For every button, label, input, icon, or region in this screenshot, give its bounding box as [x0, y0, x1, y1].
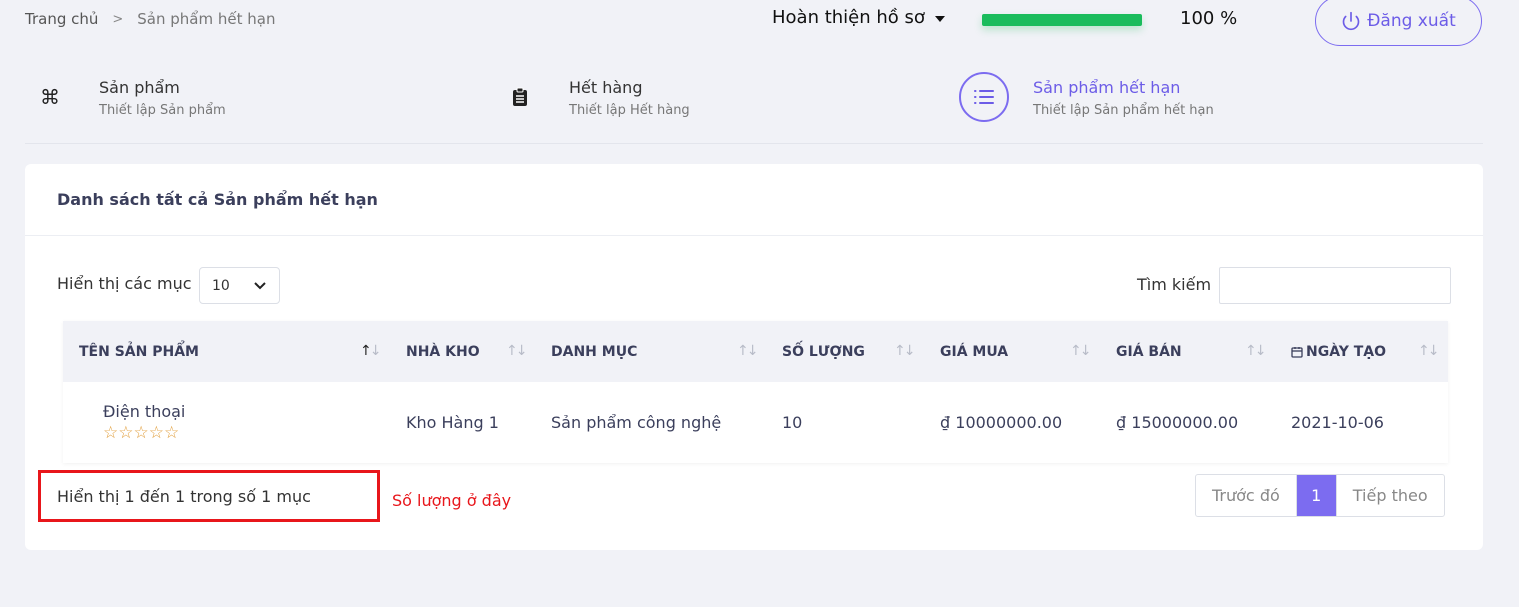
column-header-category[interactable]: DANH MỤC — [551, 321, 637, 382]
sort-icon[interactable]: ↑↓ — [737, 343, 759, 359]
next-page-button[interactable]: Tiếp theo — [1337, 475, 1444, 516]
chevron-down-icon — [254, 281, 266, 289]
calendar-icon — [1291, 346, 1303, 358]
search-label: Tìm kiếm — [1137, 275, 1212, 294]
expired-products-card: Danh sách tất cả Sản phẩm hết hạn Hiển t… — [25, 164, 1483, 550]
cell-name: Điện thoại ☆☆☆☆☆ — [103, 382, 185, 463]
length-select[interactable]: 10 — [199, 267, 280, 304]
column-header-created-label: NGÀY TẠO — [1306, 343, 1387, 360]
prev-page-button[interactable]: Trước đó — [1196, 475, 1297, 516]
table-row: Điện thoại ☆☆☆☆☆ Kho Hàng 1 Sản phẩm côn… — [63, 382, 1448, 463]
step-products[interactable]: ⌘ Sản phẩm Thiết lập Sản phẩm — [25, 60, 226, 122]
table-header: TÊN SẢN PHẨM ↑↓ NHÀ KHO ↑↓ DANH MỤC ↑↓ S… — [63, 321, 1448, 382]
sort-icon[interactable]: ↑↓ — [506, 343, 528, 359]
annotation-text: Số lượng ở đây — [392, 491, 512, 510]
cell-category: Sản phẩm công nghệ — [551, 413, 722, 432]
breadcrumb: Trang chủ > Sản phẩm hết hạn — [25, 10, 275, 28]
step-subtitle: Thiết lập Sản phẩm — [99, 103, 226, 118]
sort-icon[interactable]: ↑↓ — [1245, 343, 1267, 359]
breadcrumb-current: Sản phẩm hết hạn — [137, 10, 276, 28]
clipboard-icon — [495, 72, 545, 122]
step-title: Hết hàng — [569, 78, 643, 97]
cell-warehouse: Kho Hàng 1 — [406, 413, 499, 432]
profile-progress-bar — [982, 14, 1142, 26]
cell-created: 2021-10-06 — [1291, 413, 1384, 432]
breadcrumb-separator: > — [112, 11, 124, 27]
sort-asc-icon[interactable]: ↑↓ — [360, 343, 381, 359]
sort-icon[interactable]: ↑↓ — [1070, 343, 1092, 359]
step-subtitle: Thiết lập Hết hàng — [569, 103, 690, 118]
power-icon — [1342, 11, 1360, 31]
step-out-of-stock[interactable]: Hết hàng Thiết lập Hết hàng — [495, 60, 690, 122]
profile-progress-fill — [982, 14, 1142, 26]
sort-icon[interactable]: ↑↓ — [1418, 343, 1440, 359]
wizard-steps: ⌘ Sản phẩm Thiết lập Sản phẩm Hết hàng T… — [25, 60, 1483, 144]
command-icon: ⌘ — [40, 85, 60, 109]
rating-stars: ☆☆☆☆☆ — [103, 423, 180, 443]
profile-dropdown-label: Hoàn thiện hồ sơ — [772, 7, 925, 28]
search-input[interactable] — [1219, 267, 1451, 304]
step-title: Sản phẩm hết hạn — [1033, 78, 1181, 97]
breadcrumb-home[interactable]: Trang chủ — [25, 10, 98, 28]
cell-quantity: 10 — [782, 413, 803, 432]
column-header-sell-price[interactable]: GIÁ BÁN — [1116, 321, 1182, 382]
products-table: TÊN SẢN PHẨM ↑↓ NHÀ KHO ↑↓ DANH MỤC ↑↓ S… — [63, 321, 1448, 463]
cell-sell-price: ₫ 15000000.00 — [1116, 413, 1239, 432]
length-select-value: 10 — [212, 277, 230, 294]
profile-progress-text: 100 % — [1180, 8, 1238, 29]
column-header-buy-price[interactable]: GIÁ MUA — [940, 321, 1008, 382]
product-name: Điện thoại — [103, 402, 186, 421]
table-info-text: Hiển thị 1 đến 1 trong số 1 mục — [57, 487, 311, 506]
logout-button[interactable]: Đăng xuất — [1315, 0, 1482, 46]
logout-label: Đăng xuất — [1367, 11, 1456, 31]
caret-down-icon — [934, 15, 945, 22]
profile-dropdown[interactable]: Hoàn thiện hồ sơ — [772, 7, 945, 28]
cell-buy-price: ₫ 10000000.00 — [940, 413, 1063, 432]
column-header-quantity[interactable]: SỐ LƯỢNG — [782, 321, 865, 382]
page-button-1[interactable]: 1 — [1296, 475, 1337, 516]
table-info-highlight: Hiển thị 1 đến 1 trong số 1 mục — [38, 470, 380, 522]
card-title: Danh sách tất cả Sản phẩm hết hạn — [25, 164, 1483, 236]
list-icon — [959, 72, 1009, 122]
step-subtitle: Thiết lập Sản phẩm hết hạn — [1033, 103, 1214, 118]
column-header-name[interactable]: TÊN SẢN PHẨM — [79, 321, 199, 382]
column-header-created[interactable]: NGÀY TẠO — [1291, 321, 1386, 382]
column-header-warehouse[interactable]: NHÀ KHO — [406, 321, 480, 382]
sort-icon[interactable]: ↑↓ — [894, 343, 916, 359]
pagination: Trước đó 1 Tiếp theo — [1195, 474, 1445, 517]
length-label: Hiển thị các mục — [57, 274, 192, 293]
step-title: Sản phẩm — [99, 78, 180, 97]
step-expired-products[interactable]: Sản phẩm hết hạn Thiết lập Sản phẩm hết … — [959, 60, 1214, 122]
